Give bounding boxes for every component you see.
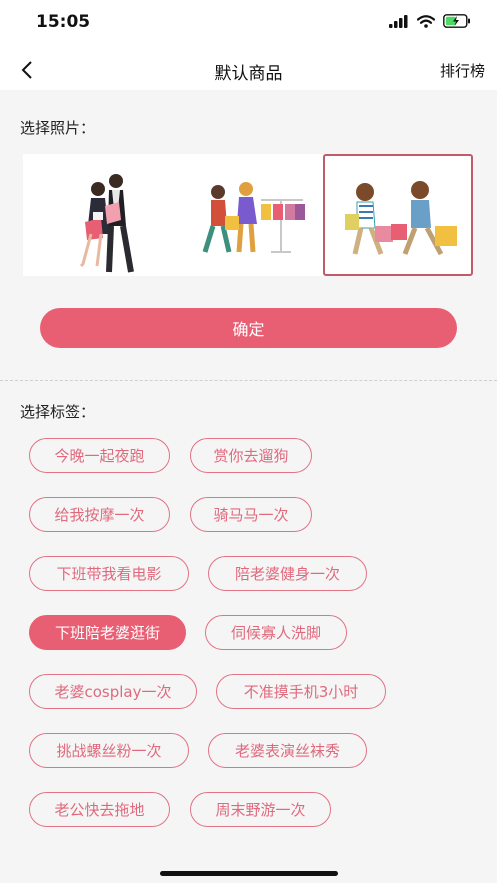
- tag-chip[interactable]: 下班带我看电影: [29, 556, 189, 591]
- tag-chip[interactable]: 骑马马一次: [190, 497, 312, 532]
- couple-shopping-illustration: [79, 174, 134, 273]
- battery-charging-icon: [443, 14, 470, 28]
- ranking-link[interactable]: 排行榜: [440, 60, 485, 81]
- nav-bar: 默认商品 排行榜: [0, 50, 497, 90]
- tag-chip[interactable]: 赏你去遛狗: [190, 438, 312, 473]
- tag-chip[interactable]: 给我按摩一次: [29, 497, 170, 532]
- tag-section-label: 选择标签：: [20, 403, 96, 421]
- status-icons: [389, 14, 471, 28]
- tag-chip-selected[interactable]: 下班陪老婆逛街: [29, 615, 186, 650]
- confirm-button[interactable]: 确定: [40, 308, 457, 348]
- tag-chip[interactable]: 陪老婆健身一次: [208, 556, 367, 591]
- tag-chip[interactable]: 周末野游一次: [190, 792, 331, 827]
- couple-running-with-bags-illustration: [345, 181, 457, 256]
- tag-chip[interactable]: 老婆cosplay一次: [29, 674, 197, 709]
- wifi-icon: [417, 14, 435, 28]
- status-time: 15:05: [36, 12, 91, 32]
- photo-option-1[interactable]: [23, 154, 173, 276]
- tag-chip[interactable]: 今晚一起夜跑: [29, 438, 170, 473]
- home-indicator: [160, 871, 338, 876]
- tag-chip[interactable]: 挑战螺丝粉一次: [29, 733, 189, 768]
- tag-chip[interactable]: 老公快去拖地: [29, 792, 170, 827]
- clothes-shopping-illustration: [202, 182, 305, 253]
- photo-option-3[interactable]: [323, 154, 473, 276]
- photo-option-2[interactable]: [173, 154, 323, 276]
- signal-icon: [389, 14, 408, 28]
- page-title: 默认商品: [214, 64, 283, 84]
- tag-chip[interactable]: 老婆表演丝袜秀: [208, 733, 367, 768]
- status-bar: 15:05: [0, 0, 497, 50]
- tag-chip[interactable]: 不准摸手机3小时: [216, 674, 386, 709]
- section-divider: [0, 380, 497, 381]
- tag-chip[interactable]: 伺候寡人洗脚: [205, 615, 347, 650]
- photo-section-label: 选择照片：: [20, 119, 96, 137]
